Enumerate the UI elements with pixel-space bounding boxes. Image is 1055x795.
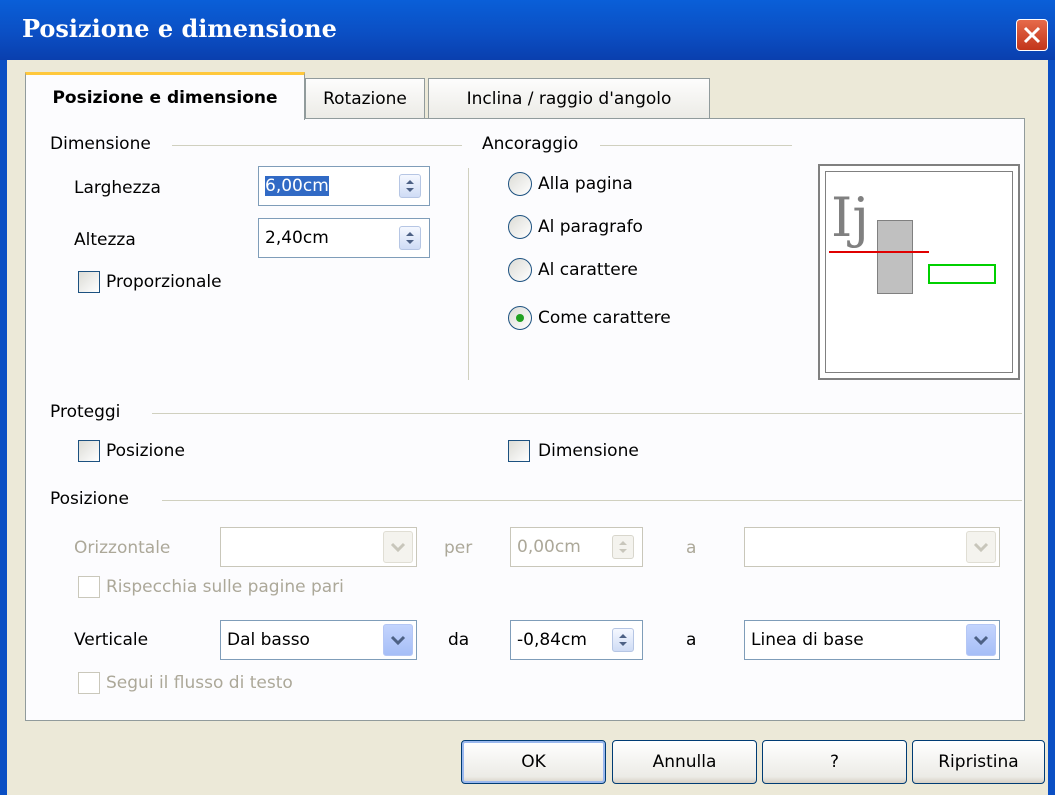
ancoraggio-group-title: Ancoraggio	[482, 134, 579, 154]
al-carattere-label: Al carattere	[538, 260, 638, 280]
altezza-value: 2,40cm	[265, 228, 329, 248]
spin-arrows-icon[interactable]	[399, 226, 421, 250]
group-separator	[468, 168, 469, 380]
chevron-down-icon[interactable]	[383, 531, 413, 563]
chevron-down-icon[interactable]	[966, 531, 996, 563]
preview-baseline	[829, 251, 929, 253]
segui-flusso-label: Segui il flusso di testo	[106, 673, 293, 693]
a2-label: a	[686, 630, 697, 650]
posizione-group-title: Posizione	[50, 489, 129, 509]
preview-text: Ij	[831, 186, 870, 249]
posizione-protect-label: Posizione	[106, 441, 185, 461]
altezza-label: Altezza	[74, 230, 136, 250]
dimensione-protect-checkbox[interactable]	[508, 440, 530, 462]
a2-value: Linea di base	[751, 630, 864, 650]
alla-pagina-label: Alla pagina	[538, 174, 633, 194]
preview-object	[877, 220, 913, 294]
rispecchia-label: Rispecchia sulle pagine pari	[106, 577, 344, 597]
orizzontale-label: Orizzontale	[74, 538, 171, 558]
rispecchia-checkbox[interactable]	[78, 576, 100, 598]
anchor-preview: Ij	[818, 164, 1020, 380]
al-paragrafo-label: Al paragrafo	[538, 217, 643, 237]
larghezza-label: Larghezza	[74, 178, 161, 198]
radio-alla-pagina[interactable]	[508, 172, 532, 196]
chevron-down-icon[interactable]	[383, 624, 413, 656]
come-carattere-label: Come carattere	[538, 308, 671, 328]
altezza-input[interactable]: 2,40cm	[258, 218, 430, 258]
group-divider	[152, 413, 1022, 414]
radio-come-carattere[interactable]	[508, 306, 532, 330]
orizzontale-select[interactable]	[220, 527, 417, 567]
dimensione-group-title: Dimensione	[50, 134, 151, 154]
group-divider	[172, 145, 462, 146]
a-select[interactable]	[744, 527, 1000, 567]
verticale-select[interactable]: Dal basso	[220, 620, 417, 660]
verticale-label: Verticale	[74, 630, 149, 650]
da-value: -0,84cm	[517, 630, 587, 650]
da-input[interactable]: -0,84cm	[510, 620, 643, 660]
posizione-protect-checkbox[interactable]	[78, 440, 100, 462]
radio-al-paragrafo[interactable]	[508, 215, 532, 239]
larghezza-input[interactable]: 6,00cm	[258, 166, 430, 206]
da-label: da	[448, 630, 470, 650]
proporzionale-checkbox[interactable]	[78, 271, 100, 293]
larghezza-value: 6,00cm	[265, 176, 329, 196]
group-divider	[162, 500, 1022, 501]
a2-select[interactable]: Linea di base	[744, 620, 1000, 660]
verticale-value: Dal basso	[227, 630, 310, 650]
segui-flusso-checkbox[interactable]	[78, 672, 100, 694]
proporzionale-label: Proporzionale	[106, 272, 222, 292]
spin-arrows-icon[interactable]	[399, 174, 421, 198]
per-input[interactable]: 0,00cm	[510, 527, 643, 567]
spin-arrows-icon[interactable]	[612, 628, 634, 652]
per-label: per	[444, 538, 473, 558]
radio-al-carattere[interactable]	[508, 258, 532, 282]
dimensione-protect-label: Dimensione	[538, 441, 639, 461]
proteggi-group-title: Proteggi	[50, 402, 121, 422]
chevron-down-icon[interactable]	[966, 624, 996, 656]
per-value: 0,00cm	[517, 537, 581, 557]
spin-arrows-icon[interactable]	[612, 535, 634, 559]
preview-frame	[928, 264, 996, 284]
a-label: a	[686, 538, 697, 558]
group-divider	[600, 145, 792, 146]
preview-page: Ij	[825, 171, 1013, 373]
